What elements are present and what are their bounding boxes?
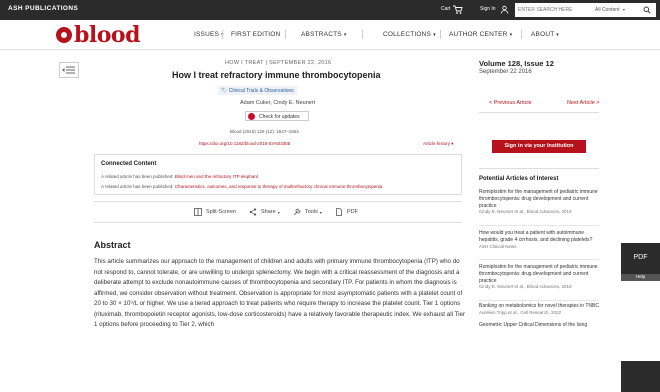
sidebar-divider	[479, 168, 599, 169]
related-article-item[interactable]: How would you treat a patient with autoi…	[479, 230, 599, 250]
related-article-title[interactable]: Banking on metabolomics for novel therap…	[479, 303, 599, 310]
sidebar-divider	[479, 300, 599, 301]
table-of-contents-icon[interactable]	[59, 62, 79, 78]
institution-sign-in-button[interactable]: Sign in via your Institution	[492, 140, 586, 153]
issue-volume[interactable]: Volume 128, Issue 12	[479, 59, 554, 68]
previous-article-link[interactable]: < Previous Article	[489, 100, 532, 106]
related-article-title[interactable]: Romiplostim for the management of pediat…	[479, 264, 599, 284]
related-article-source: Cindy E. Neunert et al., Blood Advances,…	[479, 209, 572, 215]
next-article-link[interactable]: Next Article >	[567, 100, 600, 106]
related-article-source: Aurelien Tripp et al., Cell Research, 20…	[479, 309, 562, 315]
article-title: How I treat refractory immune thrombocyt…	[172, 70, 381, 80]
related-article-source: Cindy E. Neunert et al., Blood Advances,…	[479, 284, 572, 290]
sidebar-divider	[479, 225, 599, 226]
search-button[interactable]	[638, 3, 656, 17]
subject-tag[interactable]: 🏷 Clinical Trials & Observations	[218, 86, 297, 95]
user-icon[interactable]	[500, 5, 509, 14]
article-toolbar: Split-Screen Share ▾ Tools ▾ PDF	[94, 201, 462, 223]
check-for-updates-label: Check for updates	[259, 114, 300, 120]
article-type-date: HOW I TREAT | SEPTEMBER 22, 2016	[225, 60, 332, 66]
related-article-item[interactable]: Banking on metabolomics for novel therap…	[479, 303, 599, 316]
split-screen-icon	[194, 208, 202, 216]
connected-row: A related article has been published: Bl…	[101, 174, 259, 179]
top-bar: ASH PUBLICATIONS Cart Sign In All Conten…	[0, 0, 660, 20]
tools-button[interactable]: Tools ▾	[293, 208, 322, 216]
share-button[interactable]: Share ▾	[249, 208, 280, 216]
sidebar-divider	[479, 112, 599, 113]
blood-drop-icon	[56, 27, 72, 43]
search-input[interactable]	[515, 3, 593, 17]
potential-articles-heading: Potential Articles of Interest	[479, 176, 559, 182]
article-history-link[interactable]: Article history ▾	[423, 141, 454, 147]
main-nav: blood ISSUES ▾ FIRST EDITION ABSTRACTS ▾…	[0, 20, 660, 50]
content-scope-label: All Content	[595, 7, 620, 13]
crossmark-icon	[248, 113, 255, 120]
related-article-title[interactable]: Romiplostim for the management of pediat…	[479, 189, 599, 209]
article-authors[interactable]: Adam Cuker, Cindy E. Neunert	[240, 100, 315, 106]
split-screen-button[interactable]: Split-Screen	[194, 208, 236, 216]
nav-divider	[222, 30, 223, 39]
abstract-text: This article summarizes our approach to …	[94, 258, 465, 328]
related-article-link[interactable]: Characteristics, outcomes, and response …	[175, 184, 383, 189]
check-for-updates-button[interactable]: Check for updates	[245, 111, 309, 121]
connected-content-box: Connected Content A related article has …	[94, 154, 462, 195]
blood-logo[interactable]: blood	[56, 22, 140, 48]
pdf-button[interactable]: PDF	[335, 208, 358, 216]
floating-pdf-button[interactable]: PDF	[621, 243, 660, 274]
wrench-icon	[293, 208, 301, 216]
cart-icon[interactable]	[452, 4, 463, 15]
related-article-source: ASH Clinical News	[479, 243, 517, 249]
related-article-title[interactable]: Geometric Upper Critical Dimensions of t…	[479, 322, 599, 329]
abstract-heading: Abstract	[94, 240, 131, 250]
nav-divider	[285, 30, 286, 39]
doi-link[interactable]: https://doi.org/10.1182/blood-2016-03-60…	[199, 141, 290, 146]
nav-first-edition[interactable]: FIRST EDITION	[231, 31, 280, 38]
article-citation: Blood (2016) 128 (12): 1547–1554.	[230, 129, 301, 134]
nav-issues[interactable]: ISSUES ▾	[194, 31, 224, 38]
search-icon	[643, 6, 651, 14]
chevron-down-icon: ▾	[622, 7, 625, 12]
related-article-item[interactable]: Romiplostim for the management of pediat…	[479, 189, 599, 216]
sidebar-divider	[479, 259, 599, 260]
issue-date: September 22 2016	[479, 69, 532, 75]
pdf-file-icon	[336, 208, 342, 216]
sign-in-link[interactable]: Sign In	[480, 6, 496, 12]
connected-content-heading: Connected Content	[101, 161, 157, 167]
share-icon	[249, 208, 257, 216]
help-tab[interactable]: Help	[621, 274, 660, 281]
related-article-item[interactable]: Geometric Upper Critical Dimensions of t…	[479, 322, 599, 329]
cart-label[interactable]: Cart	[441, 6, 450, 12]
nav-abstracts[interactable]: ABSTRACTS ▾	[301, 31, 347, 38]
related-article-item[interactable]: Romiplostim for the management of pediat…	[479, 264, 599, 291]
related-article-link[interactable]: Blind men and the refractory ITP elephan…	[175, 174, 258, 179]
nav-author-center[interactable]: AUTHOR CENTER ▾	[449, 31, 512, 38]
nav-divider	[440, 30, 441, 39]
subject-tag-label: Clinical Trials & Observations	[228, 88, 294, 94]
connected-row: A related article has been published: Ch…	[101, 184, 383, 189]
nav-collections[interactable]: COLLECTIONS ▾	[383, 31, 436, 38]
nav-divider	[521, 30, 522, 39]
nav-divider	[362, 30, 363, 39]
tag-icon: 🏷	[221, 88, 228, 94]
blood-logo-text: blood	[74, 22, 140, 48]
ash-publications-brand[interactable]: ASH PUBLICATIONS	[8, 5, 78, 12]
nav-about[interactable]: ABOUT ▾	[531, 31, 559, 38]
related-article-title[interactable]: How would you treat a patient with autoi…	[479, 230, 599, 244]
content-scope-select[interactable]: All Content ▾	[593, 3, 638, 17]
